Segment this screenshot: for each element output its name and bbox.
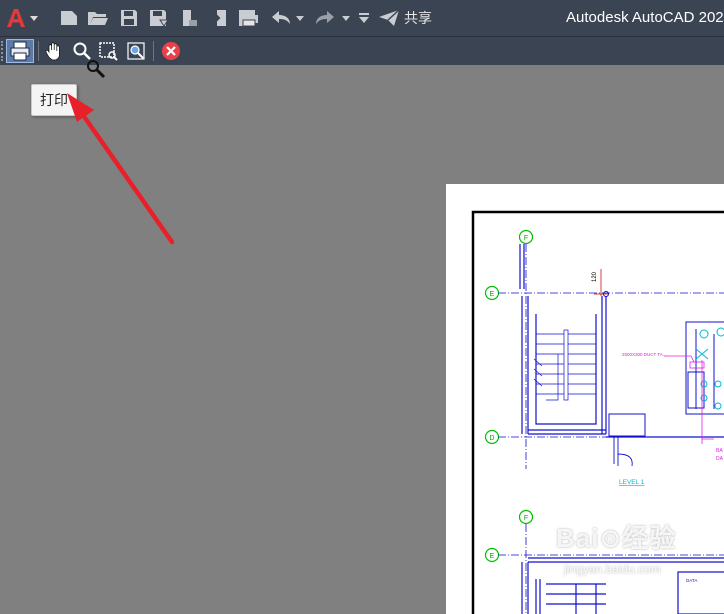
plan-walls-lower (521, 557, 724, 614)
dimension-text: 120 (592, 271, 598, 282)
toolbar-separator (38, 41, 39, 61)
zoom-cursor-icon (87, 60, 106, 79)
equipment-box (608, 413, 646, 437)
data-label: DATA (686, 578, 697, 583)
undo-icon (272, 11, 290, 24)
print-icon (10, 41, 30, 61)
undo-dropdown[interactable] (294, 0, 306, 36)
toolbar-separator (153, 41, 154, 61)
grid-bubbles (484, 229, 534, 563)
zoom-magnifier-icon (73, 42, 91, 60)
open-folder-icon (88, 12, 108, 25)
close-preview-button[interactable] (159, 39, 183, 63)
chevron-down-icon (342, 16, 350, 21)
share-label: 共享 (404, 10, 432, 26)
customize-dropdown-icon (359, 13, 369, 23)
publish-icon (183, 10, 197, 26)
floor-plan-drawing: F E D F E 120 2500X300 DUCT TA... BA DA … (471, 210, 724, 614)
import-button[interactable] (206, 0, 232, 36)
redo-dropdown[interactable] (340, 0, 352, 36)
level-label: LEVEL 1 (619, 479, 645, 486)
app-menu-button[interactable] (2, 0, 42, 36)
grid-label-f-bottom: F (524, 515, 528, 522)
stair (533, 329, 596, 401)
undo-button[interactable] (266, 0, 296, 36)
grid-label-e-top: E (490, 291, 495, 298)
redo-icon (316, 11, 334, 24)
print-tool-button[interactable] (6, 39, 34, 63)
share-paper-plane-icon (379, 9, 400, 26)
redo-button[interactable] (310, 0, 340, 36)
title-bar: 共享 Autodesk AutoCAD 2022 (0, 0, 724, 36)
drawing-sheet: F E D F E 120 2500X300 DUCT TA... BA DA … (446, 184, 724, 614)
print-qa-button[interactable] (236, 0, 262, 36)
grid-label-e-bottom: E (490, 553, 495, 560)
duct-note: 2500X300 DUCT TA... (622, 352, 667, 357)
plot-publish-button[interactable] (176, 0, 202, 36)
printer-icon (240, 10, 258, 27)
autocad-logo-icon (7, 9, 38, 27)
new-file-icon (61, 11, 77, 25)
print-tooltip: 打印 (31, 84, 77, 116)
customize-quick-access-button[interactable] (356, 0, 372, 36)
pan-tool-button[interactable] (42, 39, 66, 63)
grid-label-f-top: F (524, 235, 528, 242)
open-file-button[interactable] (85, 0, 111, 36)
grid-label-d: D (489, 435, 494, 442)
app-title: Autodesk AutoCAD 2022 (566, 9, 724, 26)
pan-hand-icon (45, 42, 60, 61)
chevron-down-icon (296, 16, 304, 21)
import-icon (211, 10, 226, 26)
save-button[interactable] (116, 0, 142, 36)
side-note-2: DA (716, 456, 724, 462)
plumbing-fixtures (695, 327, 724, 410)
close-icon (162, 42, 180, 60)
save-icon (121, 10, 137, 26)
zoom-window-icon (99, 42, 118, 61)
door-swing (613, 437, 633, 467)
share-button[interactable]: 共享 (378, 0, 440, 36)
zoom-original-icon (127, 42, 145, 60)
save-as-icon (150, 10, 169, 27)
side-note-1: BA (716, 448, 723, 454)
save-as-button[interactable] (146, 0, 172, 36)
new-file-button[interactable] (56, 0, 82, 36)
zoom-original-button[interactable] (124, 39, 148, 63)
